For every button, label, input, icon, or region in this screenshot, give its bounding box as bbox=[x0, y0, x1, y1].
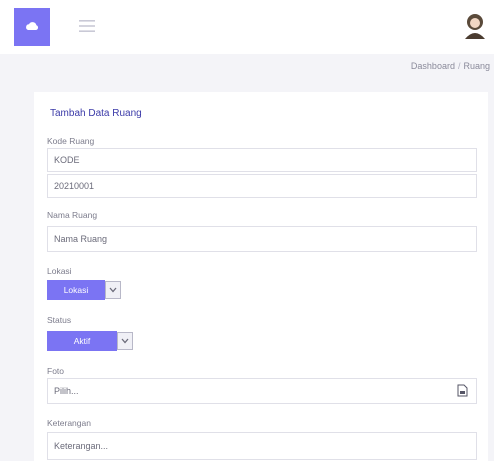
foto-file-input[interactable]: Pilih... bbox=[47, 378, 477, 404]
status-dropdown-toggle[interactable] bbox=[117, 332, 133, 350]
breadcrumb: Dashboard / Ruang bbox=[0, 55, 494, 77]
foto-label: Foto bbox=[47, 366, 65, 376]
lokasi-select[interactable]: Lokasi bbox=[47, 280, 121, 300]
lokasi-label: Lokasi bbox=[47, 266, 72, 276]
form-title: Tambah Data Ruang bbox=[50, 108, 142, 119]
status-label: Status bbox=[47, 315, 72, 325]
logo-button[interactable] bbox=[14, 8, 50, 46]
hamburger-menu-icon[interactable] bbox=[78, 18, 96, 34]
top-navbar bbox=[0, 0, 494, 54]
cloud-icon bbox=[26, 22, 39, 30]
kode-ruang-field[interactable]: KODE bbox=[47, 148, 477, 172]
file-upload-icon[interactable] bbox=[457, 384, 468, 397]
kode-ruang-label: Kode Ruang bbox=[47, 136, 95, 146]
breadcrumb-dashboard-link[interactable]: Dashboard bbox=[411, 61, 455, 71]
status-select[interactable]: Aktif bbox=[47, 331, 133, 351]
nama-ruang-label: Nama Ruang bbox=[47, 210, 98, 220]
form-card: Tambah Data Ruang Kode Ruang KODE 202100… bbox=[34, 92, 488, 461]
breadcrumb-current: Ruang bbox=[463, 61, 490, 71]
keterangan-input[interactable]: Keterangan... bbox=[47, 432, 477, 460]
lokasi-selected-value[interactable]: Lokasi bbox=[47, 280, 105, 300]
foto-placeholder: Pilih... bbox=[54, 386, 79, 396]
kode-ruang-number-field[interactable]: 20210001 bbox=[47, 174, 477, 198]
keterangan-label: Keterangan bbox=[47, 418, 91, 428]
user-avatar-icon[interactable] bbox=[462, 12, 488, 40]
status-selected-value[interactable]: Aktif bbox=[47, 331, 117, 351]
nama-ruang-input[interactable]: Nama Ruang bbox=[47, 226, 477, 252]
chevron-down-icon bbox=[109, 287, 117, 293]
lokasi-dropdown-toggle[interactable] bbox=[105, 281, 121, 299]
chevron-down-icon bbox=[121, 338, 129, 344]
